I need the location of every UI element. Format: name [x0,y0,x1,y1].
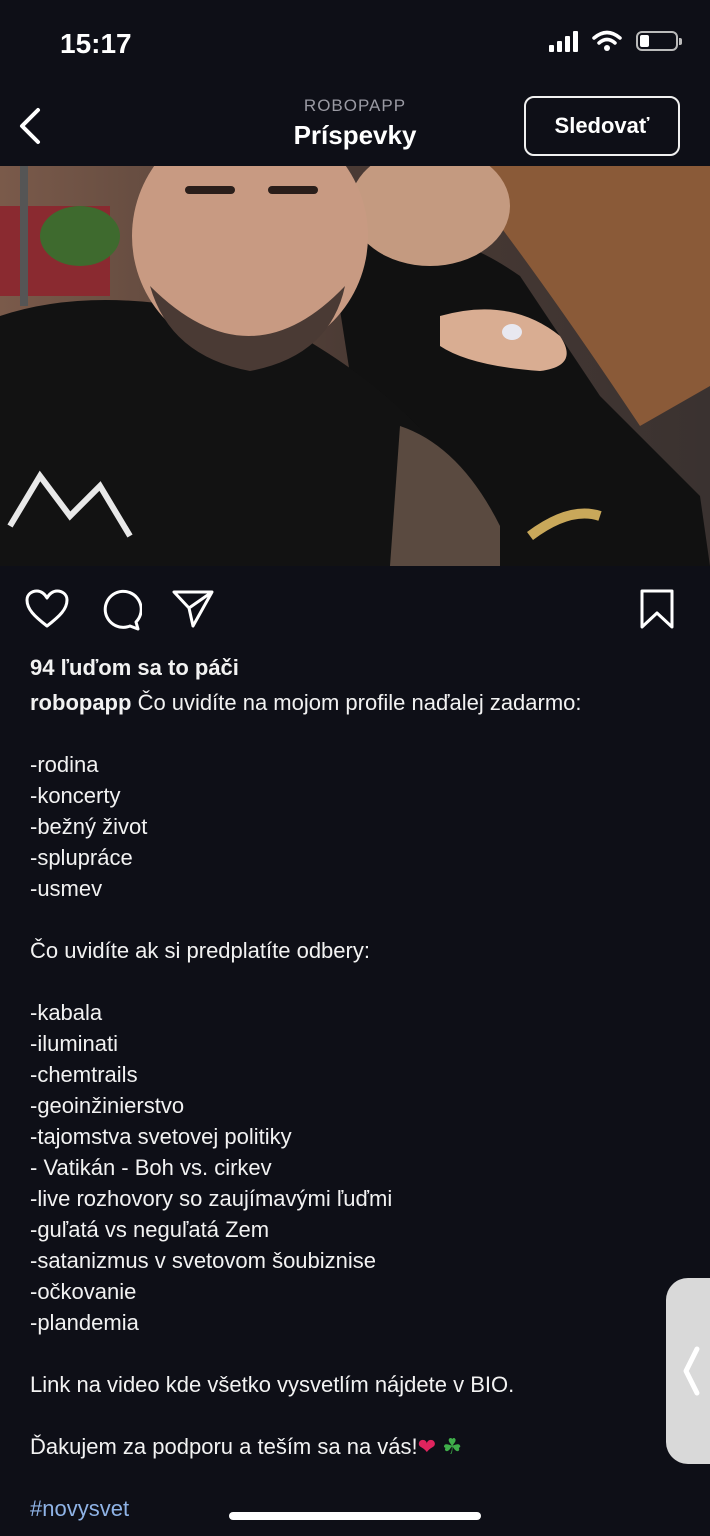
thanks-line: Ďakujem za podporu a teším sa na vás!❤ ☘ [30,1431,680,1462]
paid-item: -kabala [30,1000,103,1025]
caption-username[interactable]: robopapp [30,690,131,715]
caption-first-line: robopapp Čo uvidíte na mojom profile naď… [30,687,680,718]
link-line: Link na video kde všetko vysvetlím nájde… [30,1372,515,1397]
free-item: -rodina [30,752,99,777]
post-actions [0,584,710,640]
paid-item: -chemtrails [30,1062,138,1087]
paid-item: -guľatá vs neguľatá Zem [30,1217,270,1242]
wifi-icon [592,30,622,51]
comment-icon[interactable] [98,588,142,632]
save-bookmark-icon[interactable] [638,588,676,630]
free-item: -usmev [30,876,103,901]
home-indicator[interactable] [229,1512,481,1520]
follow-button[interactable]: Sledovať [524,96,680,156]
free-item: -splupráce [30,845,133,870]
paid-item: -očkovanie [30,1279,137,1304]
paid-item: -plandemia [30,1310,139,1335]
clover-emoji-icon: ☘ [442,1434,462,1459]
thanks-text: Ďakujem za podporu a teším sa na vás! [30,1434,418,1459]
post-photo[interactable] [0,166,710,566]
status-time: 15:17 [60,28,132,59]
chevron-left-icon [683,1346,700,1396]
likes-count[interactable]: 94 ľuďom sa to páči [30,652,680,683]
like-heart-icon[interactable] [24,588,70,630]
heart-emoji-icon: ❤ [417,1434,437,1459]
battery-icon [636,31,682,51]
photo-illustration [0,166,710,566]
status-bar: 15:17 [0,0,710,88]
paid-item: - Vatikán - Boh vs. cirkev [30,1155,272,1180]
post-header: ROBOPAPP Príspevky Sledovať [0,88,710,166]
caption-text: Čo uvidíte na mojom profile naďalej zada… [137,690,582,715]
paid-item: -iluminati [30,1031,119,1056]
share-send-icon[interactable] [170,588,216,630]
free-item: -koncerty [30,783,121,808]
post-caption: 94 ľuďom sa to páči robopapp Čo uvidíte … [30,652,680,1524]
free-item: -bežný život [30,814,148,839]
paid-intro: Čo uvidíte ak si predplatíte odbery: [30,938,370,963]
status-icons [549,30,682,52]
side-panel-handle[interactable] [666,1278,710,1464]
cellular-signal-icon [549,30,578,52]
paid-item: -satanizmus v svetovom šoubiznise [30,1248,377,1273]
paid-item: -tajomstva svetovej politiky [30,1124,292,1149]
paid-item: -geoinžinierstvo [30,1093,185,1118]
paid-item: -live rozhovory so zaujímavými ľuďmi [30,1186,393,1211]
